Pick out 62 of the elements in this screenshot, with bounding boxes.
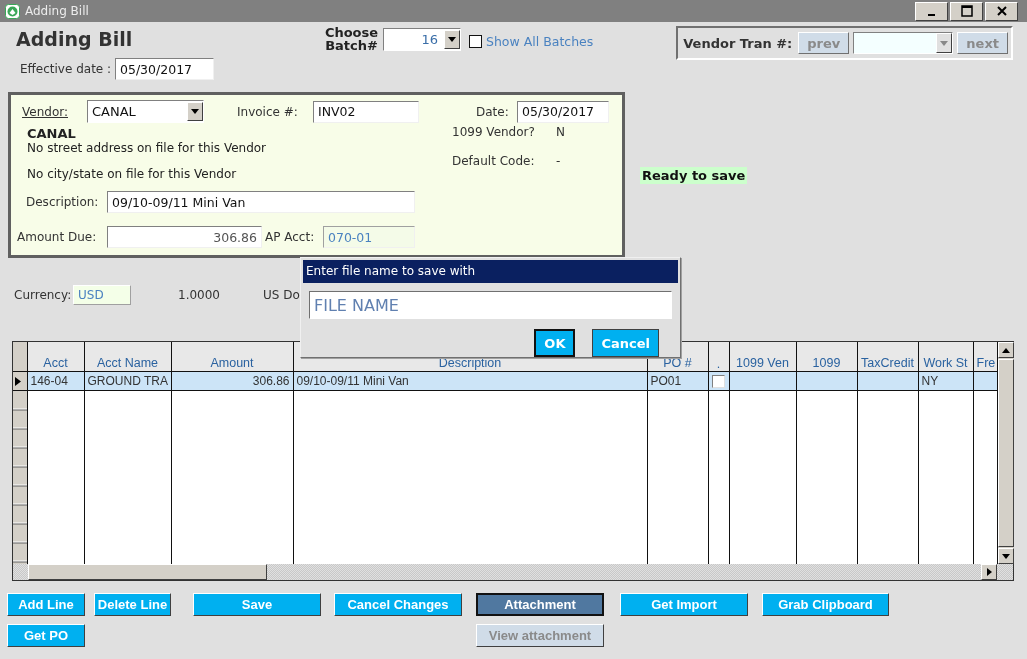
checkbox[interactable] <box>469 35 482 48</box>
status-text: Ready to save <box>640 167 748 184</box>
column-header[interactable]: Acct <box>27 342 84 372</box>
dropdown-arrow-icon <box>191 109 199 114</box>
vendor-dropdown[interactable]: CANAL <box>87 100 204 123</box>
column-header[interactable]: 1099 <box>796 342 857 372</box>
close-button[interactable] <box>985 1 1018 21</box>
window-title: Adding Bill <box>25 4 89 18</box>
field-label: Choose Batch# <box>324 26 379 52</box>
close-icon <box>995 5 1008 17</box>
tran-dropdown[interactable] <box>853 32 954 54</box>
column-header[interactable]: Amount <box>171 342 293 372</box>
right-arrow-icon <box>986 568 992 576</box>
column-header[interactable]: TaxCredit <box>857 342 918 372</box>
checkbox-label: Show All Batches <box>486 34 594 49</box>
vendor-name: CANAL <box>27 126 77 141</box>
file-name-field[interactable]: FILE NAME <box>309 291 672 319</box>
description-field[interactable]: 09/10-09/11 Mini Van <box>107 191 415 213</box>
column-header[interactable]: Acct Name <box>84 342 171 372</box>
minimize-button[interactable] <box>915 1 948 21</box>
info-label: Default Code: <box>452 153 536 170</box>
action-button[interactable]: Attachment <box>476 593 604 616</box>
field-label: Vendor Tran #: <box>683 35 793 51</box>
column-header[interactable]: Work St <box>918 342 973 372</box>
column-header[interactable]: 1099 Ven <box>729 342 796 372</box>
down-arrow-icon <box>1001 553 1010 559</box>
dropdown-arrow-icon <box>448 37 456 42</box>
maximize-button[interactable] <box>950 1 983 21</box>
account-field: 070-01 <box>323 226 415 248</box>
field-label: AP Acct: <box>265 230 316 244</box>
field-label: Currency: <box>14 288 73 302</box>
info-value: - <box>556 153 562 170</box>
field-label: Effective date : <box>20 62 113 76</box>
address-text: No street address on file for this Vendor <box>27 141 268 156</box>
column-header[interactable]: Fre <box>973 342 997 372</box>
up-arrow-icon <box>1001 347 1010 353</box>
dropdown-arrow-icon <box>940 40 949 46</box>
address-text: No city/state on file for this Vendor <box>27 167 238 182</box>
row-pointer-icon <box>15 376 21 386</box>
field-label: Amount Due: <box>17 230 98 244</box>
exchange-rate: 1.0000 <box>178 288 220 302</box>
page-title: Adding Bill <box>16 28 134 51</box>
field-label: Date: <box>476 104 510 119</box>
currency-name: US Do <box>263 288 300 302</box>
info-value: N <box>556 125 565 141</box>
currency-field[interactable]: USD <box>73 285 131 305</box>
minimize-icon <box>928 14 935 16</box>
batch-dropdown[interactable]: 16 <box>383 28 461 51</box>
horizontal-scrollbar[interactable] <box>13 564 1013 580</box>
vendor-link[interactable]: Vendor: <box>22 104 68 119</box>
maximize-icon <box>960 5 973 17</box>
invoice-field[interactable]: INV02 <box>313 100 419 123</box>
amount-field[interactable]: 306.86 <box>107 226 262 248</box>
checkbox[interactable] <box>712 374 725 388</box>
date-field[interactable]: 05/30/2017 <box>517 100 609 123</box>
field-label: Invoice #: <box>237 104 299 119</box>
field-label: Description: <box>26 195 100 209</box>
date-field[interactable]: 05/30/2017 <box>115 58 214 80</box>
column-header[interactable]: . <box>708 342 729 372</box>
app-icon <box>5 3 20 19</box>
info-label: 1099 Vendor? <box>452 125 536 141</box>
dialog-title: Enter file name to save with <box>303 260 678 283</box>
